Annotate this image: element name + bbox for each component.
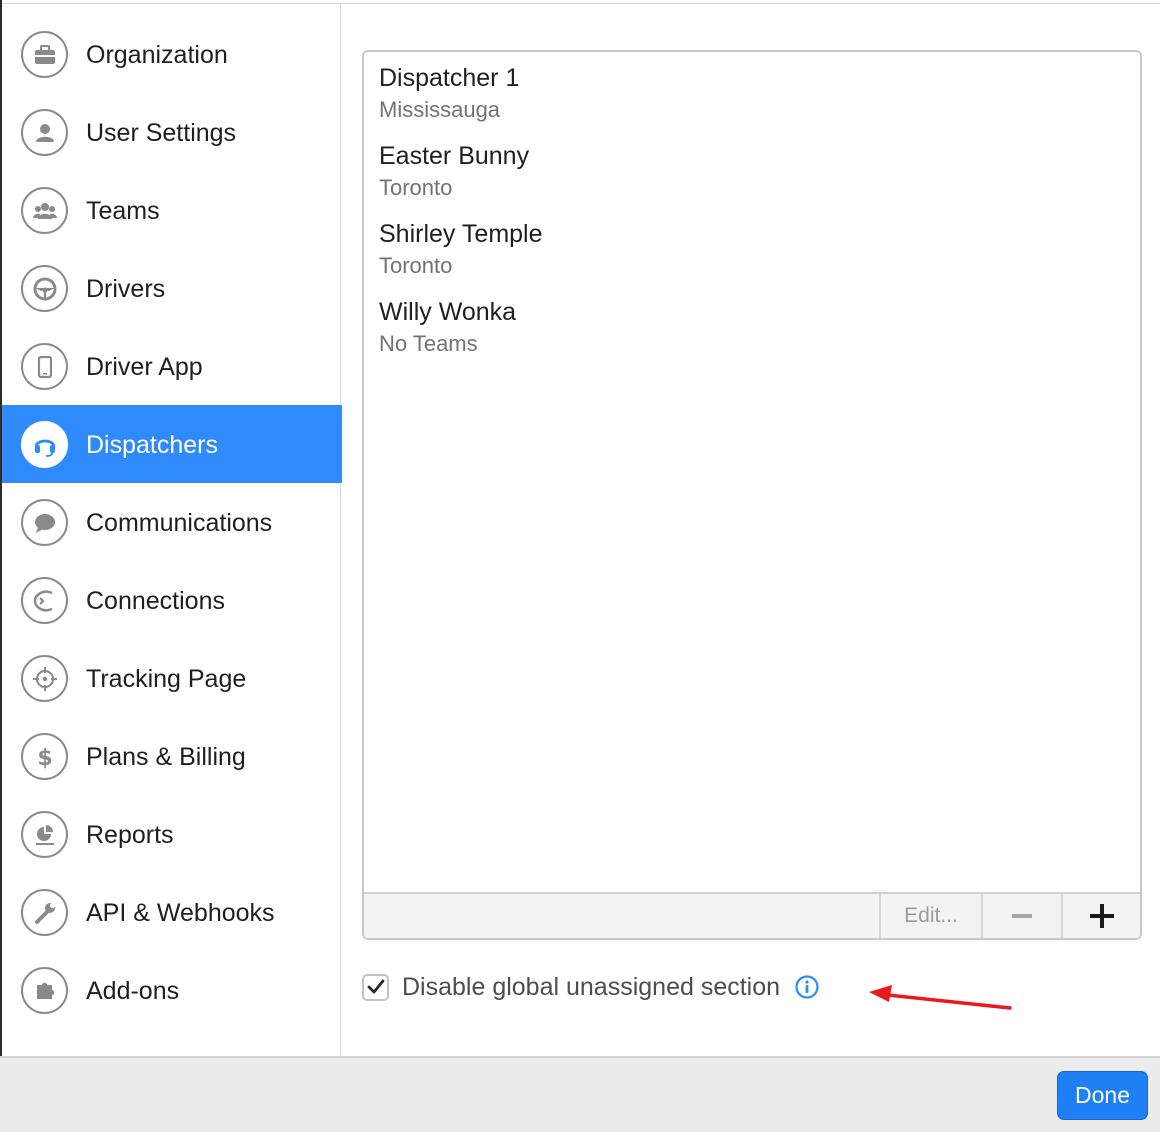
- sidebar-item-reports[interactable]: Reports: [2, 795, 342, 873]
- sidebar-item-label: Teams: [86, 197, 160, 225]
- minus-icon: [1012, 914, 1032, 918]
- chat-bubble-icon: [21, 499, 68, 546]
- svg-text:$: $: [37, 746, 52, 771]
- sidebar-item-communications[interactable]: Communications: [2, 483, 342, 561]
- dialog-footer: [0, 1056, 1160, 1132]
- dispatcher-team: Mississauga: [379, 97, 501, 122]
- settings-sidebar: Organization User Settings Teams Drivers: [2, 4, 342, 1056]
- sidebar-item-drivers[interactable]: Drivers: [2, 249, 342, 327]
- sidebar-item-connections[interactable]: Connections: [2, 561, 342, 639]
- dispatcher-name: Willy Wonka: [379, 298, 517, 326]
- sidebar-item-plans-billing[interactable]: $ Plans & Billing: [2, 717, 342, 795]
- add-button[interactable]: [1061, 894, 1140, 938]
- list-item[interactable]: Easter Bunny Toronto: [379, 142, 529, 201]
- dollar-icon: $: [21, 733, 68, 780]
- headset-icon: [21, 421, 68, 468]
- list-toolbar: Edit...: [364, 892, 1140, 938]
- briefcase-icon: [21, 31, 68, 78]
- crosshair-icon: [21, 655, 68, 702]
- team-icon: [21, 187, 68, 234]
- sidebar-item-label: Add-ons: [86, 977, 180, 1005]
- puzzle-icon: [21, 967, 68, 1014]
- info-icon[interactable]: [794, 974, 820, 1000]
- sidebar-item-label: User Settings: [86, 119, 237, 147]
- wrench-icon: [21, 889, 68, 936]
- connections-icon: [21, 577, 68, 624]
- checkmark-icon: [367, 979, 384, 994]
- sidebar-item-organization[interactable]: Organization: [2, 15, 342, 93]
- dispatcher-list[interactable]: Dispatcher 1 Mississauga Easter Bunny To…: [362, 50, 1142, 940]
- dispatcher-name: Easter Bunny: [379, 142, 530, 170]
- list-item[interactable]: Dispatcher 1 Mississauga: [379, 64, 519, 123]
- sidebar-item-label: API & Webhooks: [86, 899, 275, 927]
- sidebar-item-label: Organization: [86, 41, 228, 69]
- settings-window: Organization User Settings Teams Drivers: [0, 0, 1160, 1132]
- sidebar-item-teams[interactable]: Teams: [2, 171, 342, 249]
- remove-button[interactable]: [981, 894, 1061, 938]
- user-icon: [21, 109, 68, 156]
- dispatcher-team: No Teams: [379, 331, 478, 356]
- sidebar-item-label: Communications: [86, 509, 273, 537]
- steering-wheel-icon: [21, 265, 68, 312]
- sidebar-item-add-ons[interactable]: Add-ons: [2, 951, 342, 1029]
- sidebar-item-label: Connections: [86, 587, 225, 615]
- list-item[interactable]: Willy Wonka No Teams: [379, 298, 516, 357]
- dispatcher-team: Toronto: [379, 253, 453, 278]
- sidebar-item-dispatchers[interactable]: Dispatchers: [2, 405, 342, 483]
- sidebar-item-user-settings[interactable]: User Settings: [2, 93, 342, 171]
- dispatcher-team: Toronto: [379, 175, 453, 200]
- done-button[interactable]: Done: [1057, 1071, 1148, 1120]
- disable-unassigned-checkbox[interactable]: [362, 973, 389, 1001]
- phone-icon: [21, 343, 68, 390]
- sidebar-item-label: Tracking Page: [86, 665, 247, 693]
- sidebar-item-api-webhooks[interactable]: API & Webhooks: [2, 873, 342, 951]
- sidebar-item-driver-app[interactable]: Driver App: [2, 327, 342, 405]
- sidebar-item-label: Plans & Billing: [86, 743, 246, 771]
- annotation-arrow: [869, 985, 1012, 1010]
- disable-unassigned-option: Disable global unassigned section: [362, 970, 820, 1004]
- disable-unassigned-label[interactable]: Disable global unassigned section: [402, 973, 780, 1002]
- plus-icon: [1089, 904, 1114, 928]
- sidebar-item-label: Dispatchers: [86, 431, 218, 459]
- sidebar-item-label: Driver App: [86, 353, 203, 381]
- sidebar-item-label: Reports: [86, 821, 174, 849]
- dispatcher-name: Dispatcher 1: [379, 64, 520, 92]
- list-item[interactable]: Shirley Temple Toronto: [379, 220, 543, 279]
- dispatcher-name: Shirley Temple: [379, 220, 543, 248]
- pie-chart-icon: [21, 811, 68, 858]
- edit-button[interactable]: Edit...: [879, 894, 981, 938]
- sidebar-item-tracking-page[interactable]: Tracking Page: [2, 639, 342, 717]
- sidebar-item-label: Drivers: [86, 275, 166, 303]
